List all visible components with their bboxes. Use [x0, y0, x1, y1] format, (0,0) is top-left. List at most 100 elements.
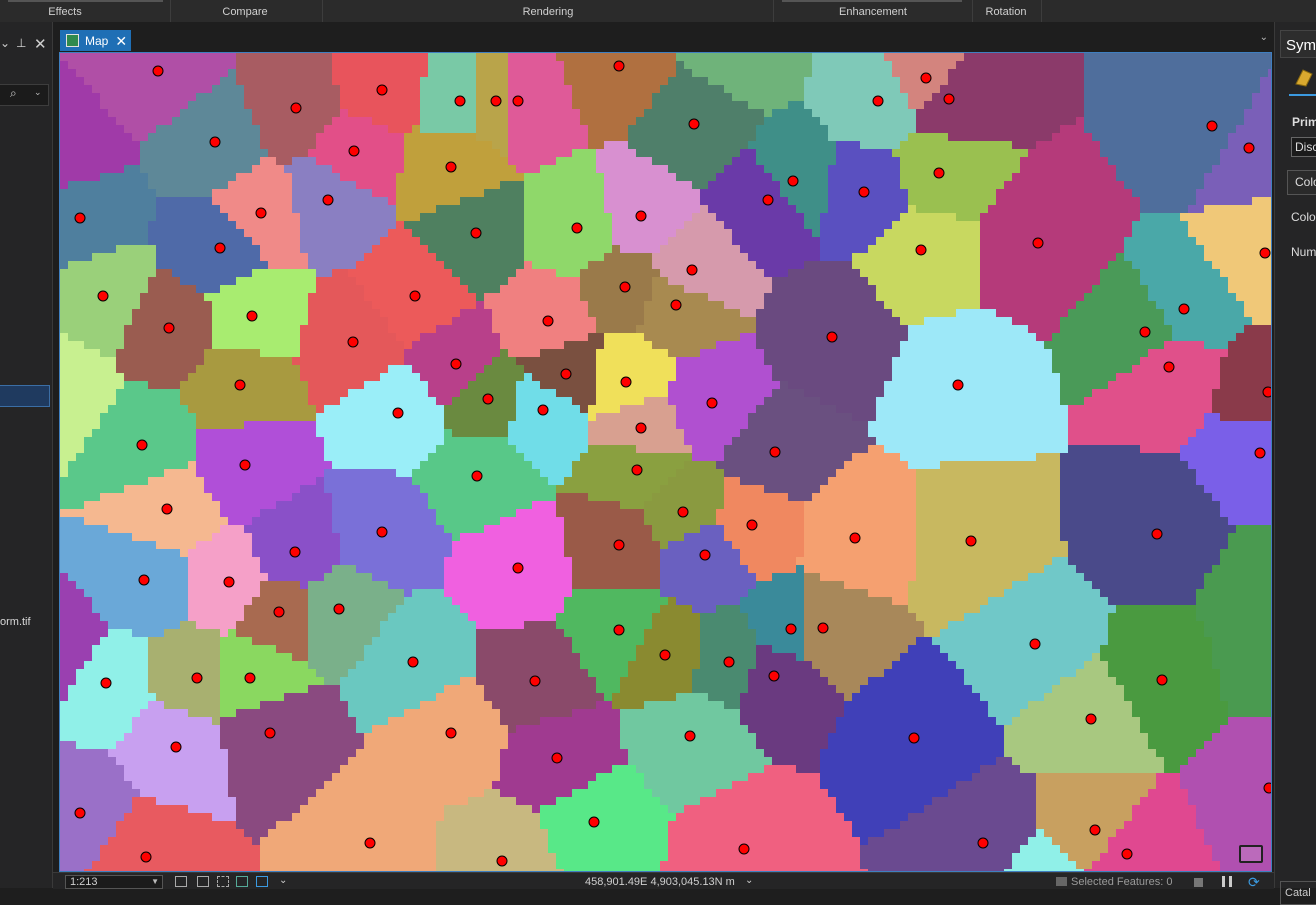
table-icon[interactable]: [197, 876, 209, 887]
seed-point[interactable]: [787, 175, 799, 187]
primary-symbology-select[interactable]: Disc: [1291, 137, 1316, 157]
seed-point[interactable]: [1089, 824, 1101, 836]
seed-point[interactable]: [74, 212, 86, 224]
seed-point[interactable]: [620, 376, 632, 388]
chevron-down-icon[interactable]: ⌄: [1260, 32, 1268, 43]
seed-point[interactable]: [170, 741, 182, 753]
seed-point[interactable]: [1243, 142, 1255, 154]
pin-icon[interactable]: ⊥: [16, 36, 26, 50]
tab-catalog[interactable]: Catal: [1280, 881, 1316, 905]
seed-point[interactable]: [214, 242, 226, 254]
seed-point[interactable]: [1263, 782, 1272, 794]
segmented-raster-map[interactable]: [60, 53, 1272, 872]
seed-point[interactable]: [659, 649, 671, 661]
seed-point[interactable]: [364, 837, 376, 849]
seed-point[interactable]: [1029, 638, 1041, 650]
seed-point[interactable]: [1156, 674, 1168, 686]
seed-point[interactable]: [333, 603, 345, 615]
seed-point[interactable]: [762, 194, 774, 206]
seed-point[interactable]: [965, 535, 977, 547]
seed-point[interactable]: [234, 379, 246, 391]
grid-icon[interactable]: [175, 876, 187, 887]
pause-icon[interactable]: [1222, 876, 1232, 887]
seed-point[interactable]: [631, 464, 643, 476]
map-navigator-icon[interactable]: [1239, 845, 1263, 863]
seed-point[interactable]: [348, 145, 360, 157]
seed-point[interactable]: [496, 855, 508, 867]
seed-point[interactable]: [619, 281, 631, 293]
seed-point[interactable]: [209, 136, 221, 148]
selected-layer-row[interactable]: [0, 385, 50, 407]
seed-point[interactable]: [512, 95, 524, 107]
seed-point[interactable]: [1151, 528, 1163, 540]
snapping-icon[interactable]: [217, 876, 229, 887]
seed-point[interactable]: [255, 207, 267, 219]
tab-colors[interactable]: Colo: [1287, 170, 1316, 195]
search-input[interactable]: ⌕ ⌄: [0, 84, 49, 106]
clear-selection-icon[interactable]: [1194, 878, 1203, 887]
map-view[interactable]: [59, 52, 1272, 872]
seed-point[interactable]: [246, 310, 258, 322]
seed-point[interactable]: [74, 807, 86, 819]
constraints-icon[interactable]: [236, 876, 248, 887]
seed-point[interactable]: [571, 222, 583, 234]
search-icon[interactable]: ⌕: [10, 86, 17, 101]
seed-point[interactable]: [613, 60, 625, 72]
seed-point[interactable]: [1254, 447, 1266, 459]
seed-point[interactable]: [1163, 361, 1175, 373]
seed-point[interactable]: [450, 358, 462, 370]
seed-point[interactable]: [1085, 713, 1097, 725]
seed-point[interactable]: [613, 624, 625, 636]
seed-point[interactable]: [454, 95, 466, 107]
seed-point[interactable]: [322, 194, 334, 206]
refresh-icon[interactable]: ⟳: [1248, 874, 1260, 891]
seed-point[interactable]: [635, 210, 647, 222]
seed-point[interactable]: [100, 677, 112, 689]
seed-point[interactable]: [152, 65, 164, 77]
seed-point[interactable]: [136, 439, 148, 451]
seed-point[interactable]: [933, 167, 945, 179]
seed-point[interactable]: [915, 244, 927, 256]
seed-point[interactable]: [1032, 237, 1044, 249]
chevron-down-icon[interactable]: ▼: [151, 876, 159, 888]
seed-point[interactable]: [191, 672, 203, 684]
seed-point[interactable]: [943, 93, 955, 105]
seed-point[interactable]: [670, 299, 682, 311]
seed-point[interactable]: [977, 837, 989, 849]
chevron-down-icon[interactable]: ⌄: [34, 87, 42, 98]
seed-point[interactable]: [688, 118, 700, 130]
seed-point[interactable]: [445, 161, 457, 173]
seed-point[interactable]: [273, 606, 285, 618]
tab-map[interactable]: Map ✕: [60, 30, 131, 51]
seed-point[interactable]: [706, 397, 718, 409]
seed-point[interactable]: [290, 102, 302, 114]
seed-point[interactable]: [529, 675, 541, 687]
seed-point[interactable]: [264, 727, 276, 739]
seed-point[interactable]: [686, 264, 698, 276]
seed-point[interactable]: [392, 407, 404, 419]
seed-point[interactable]: [445, 727, 457, 739]
seed-point[interactable]: [1178, 303, 1190, 315]
seed-point[interactable]: [872, 95, 884, 107]
seed-point[interactable]: [699, 549, 711, 561]
seed-point[interactable]: [952, 379, 964, 391]
seed-point[interactable]: [471, 470, 483, 482]
seed-point[interactable]: [817, 622, 829, 634]
seed-point[interactable]: [409, 290, 421, 302]
seed-point[interactable]: [908, 732, 920, 744]
seed-point[interactable]: [289, 546, 301, 558]
scale-selector[interactable]: 1:213 ▼: [65, 875, 163, 889]
seed-point[interactable]: [769, 446, 781, 458]
chevron-down-icon[interactable]: ⌄: [745, 875, 753, 886]
seed-point[interactable]: [97, 290, 109, 302]
seed-point[interactable]: [407, 656, 419, 668]
symbology-icon[interactable]: [1293, 66, 1315, 88]
seed-point[interactable]: [140, 851, 152, 863]
seed-point[interactable]: [684, 730, 696, 742]
seed-point[interactable]: [542, 315, 554, 327]
seed-point[interactable]: [239, 459, 251, 471]
seed-point[interactable]: [490, 95, 502, 107]
seed-point[interactable]: [470, 227, 482, 239]
seed-point[interactable]: [163, 322, 175, 334]
seed-point[interactable]: [613, 539, 625, 551]
